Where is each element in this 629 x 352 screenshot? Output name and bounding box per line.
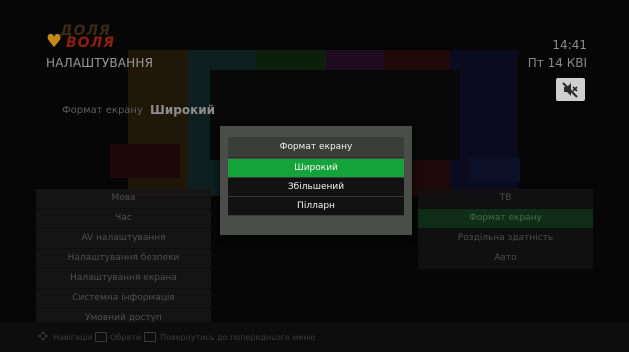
right-item-resolution[interactable]: Роздільна здатність [418, 229, 593, 249]
logo: ♥ ДОЛЯ ВОЛЯ [46, 21, 136, 57]
popup-title: Формат екрану [228, 137, 404, 158]
clock: 14:41 [552, 38, 587, 52]
right-item-auto[interactable]: Авто [418, 249, 593, 269]
hint-select: Обрати [110, 333, 142, 342]
screen-format-popup: Формат екрану Широкий Збільшений Пілларн [220, 126, 412, 235]
menu-item-screen-settings[interactable]: Налаштування екрана [36, 269, 211, 289]
mute-speaker-icon [562, 82, 578, 98]
menu-item-system-info[interactable]: Системна інформація [36, 289, 211, 309]
page-title: НАЛАШТУВАННЯ [46, 56, 154, 70]
option-widescreen[interactable]: Широкий [228, 159, 404, 178]
option-zoom[interactable]: Збільшений [228, 178, 404, 197]
menu-item-security[interactable]: Налаштування безпеки [36, 249, 211, 269]
navigation-arrows-icon [38, 331, 48, 341]
menu-item-time[interactable]: Час [36, 209, 211, 229]
date: Пт 14 КВІ [527, 56, 587, 70]
hint-back: Повернутись до попереднього меню [160, 333, 316, 342]
right-item-screen-format[interactable]: Формат екрану [418, 209, 593, 229]
right-menu: ТВ Формат екрану Роздільна здатність Авт… [418, 189, 593, 269]
option-pillarbox[interactable]: Пілларн [228, 197, 404, 216]
back-button-icon [144, 332, 156, 342]
menu-item-av-settings[interactable]: AV налаштування [36, 229, 211, 249]
current-setting-label: Формат екрану [62, 105, 143, 116]
hint-navigate: Навігація [53, 333, 93, 342]
settings-screen: ♥ ДОЛЯ ВОЛЯ НАЛАШТУВАННЯ 14:41 Пт 14 КВІ… [0, 0, 629, 352]
logo-line2: ВОЛЯ [66, 35, 115, 51]
ok-button-icon [95, 332, 107, 342]
menu-item-language[interactable]: Мова [36, 189, 211, 209]
left-menu: Мова Час AV налаштування Налаштування бе… [36, 189, 211, 329]
mute-button[interactable] [556, 78, 585, 101]
current-setting-value: Широкий [150, 103, 216, 117]
right-item-tv[interactable]: ТВ [418, 189, 593, 209]
